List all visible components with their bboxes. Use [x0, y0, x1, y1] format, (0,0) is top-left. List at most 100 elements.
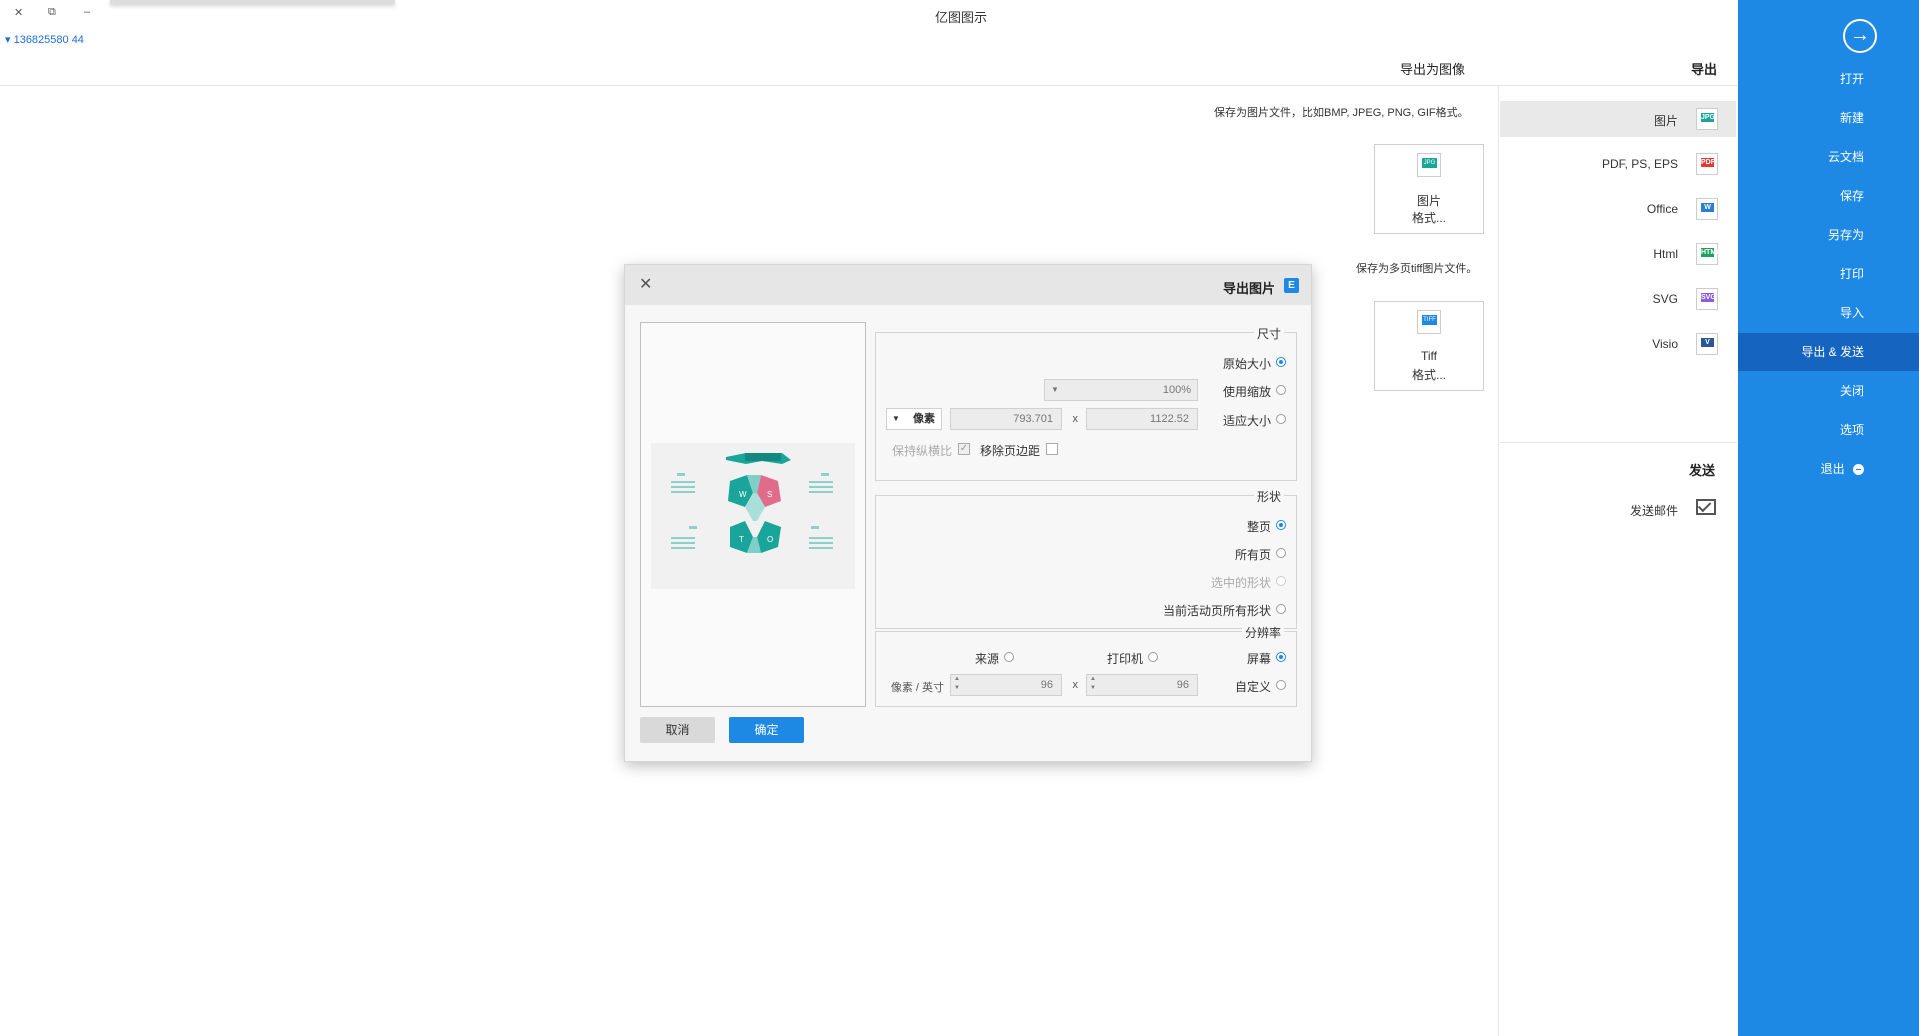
account-id: 136825580 44: [13, 34, 84, 46]
dpi-y-input[interactable]: 96: [950, 674, 1062, 696]
send-heading: 发送: [1689, 463, 1716, 478]
card-title: 图片: [1416, 194, 1441, 208]
selected-shapes-label: 选中的形状: [1210, 576, 1271, 590]
nav-cloud[interactable]: 云文档: [1738, 138, 1919, 176]
popup-edge: [110, 0, 395, 4]
nav-options[interactable]: 选项: [1738, 411, 1919, 449]
mail-icon: [1696, 498, 1716, 515]
tiff-desc: 保存为多页tiff图片文件。: [1356, 263, 1478, 275]
custom-radio[interactable]: [1276, 680, 1286, 690]
chevron-down-icon: ▼: [892, 414, 900, 423]
account-menu[interactable]: ▾ 136825580 44: [5, 33, 84, 46]
original-size-radio[interactable]: [1276, 357, 1286, 367]
export-html[interactable]: HTML Html: [1500, 236, 1736, 272]
fit-size-label: 适应大小: [1222, 414, 1271, 428]
screen-radio[interactable]: [1276, 652, 1286, 662]
nav-save[interactable]: 保存: [1738, 177, 1919, 215]
export-office-label: Office: [1646, 202, 1678, 216]
all-pages-radio[interactable]: [1276, 548, 1286, 558]
image-format-card[interactable]: JPG 图片 格式...: [1374, 144, 1484, 234]
zoom-select[interactable]: 100% ▼: [1044, 379, 1198, 401]
nav-close[interactable]: 关闭: [1738, 372, 1919, 410]
export-heading: 导出: [1691, 62, 1718, 77]
panel-divider: [1498, 86, 1499, 1036]
nav-exit[interactable]: 退出: [1738, 450, 1919, 488]
export-image-label: 图片: [1653, 114, 1678, 128]
dialog-title: 导出图片: [1222, 281, 1275, 296]
height-input[interactable]: 793.701: [950, 408, 1062, 430]
size-group: 尺寸 原始大小 使用缩放 100% ▼ 适应大小 1122.52 x 793.7…: [875, 325, 1297, 481]
send-divider: [1500, 442, 1737, 443]
close-window-icon[interactable]: ✕: [14, 6, 23, 19]
export-svg-label: SVG: [1652, 292, 1678, 306]
keep-ratio-label: 保持纵横比: [891, 444, 952, 458]
zoom-value: 100%: [1162, 384, 1191, 396]
tiff-format-card[interactable]: TIFF Tiff 格式...: [1374, 301, 1484, 391]
export-office[interactable]: W Office: [1500, 191, 1736, 227]
current-page-shapes-label: 当前活动页所有形状: [1162, 604, 1271, 618]
nav-import[interactable]: 导入: [1738, 294, 1919, 332]
shape-group: 形状 整页 所有页 选中的形状 当前活动页所有形状: [875, 488, 1297, 629]
preview-letter: O: [767, 535, 773, 544]
screen-label: 屏幕: [1246, 652, 1271, 666]
pdf-file-icon: PDF: [1696, 153, 1718, 175]
whole-page-label: 整页: [1246, 520, 1271, 534]
resolution-legend: 分辨率: [1241, 624, 1284, 641]
dpi-y-spinner[interactable]: ▲ ▼: [952, 675, 962, 695]
dpi-x-input[interactable]: 96: [1086, 674, 1198, 696]
all-pages-label: 所有页: [1234, 548, 1271, 562]
source-label: 来源: [974, 652, 999, 666]
nav-open[interactable]: 打开: [1738, 60, 1919, 98]
send-mail[interactable]: 发送邮件: [1500, 491, 1736, 527]
export-svg[interactable]: SVG SVG: [1500, 281, 1736, 317]
remove-margin-checkbox[interactable]: [1046, 443, 1058, 455]
export-image-dialog: E 导出图片 ✕ W S T O 尺寸 原始大小 使用缩放 100% ▼ 适应大…: [624, 264, 1312, 762]
close-icon[interactable]: ✕: [639, 274, 652, 294]
card-subtitle: 格式...: [1411, 368, 1446, 382]
restore-window-icon[interactable]: ⧉: [48, 6, 56, 19]
unit-select[interactable]: 像素 ▼: [886, 408, 942, 430]
app-title: 亿图图示: [935, 10, 988, 25]
image-desc: 保存为图片文件，比如BMP, JPEG, PNG, GIF格式。: [1214, 107, 1469, 119]
preview-letter: S: [767, 490, 772, 499]
source-radio[interactable]: [1004, 652, 1014, 662]
card-title: Tiff: [1420, 349, 1437, 363]
swot-preview-image: W S T O: [651, 443, 855, 589]
export-pdf[interactable]: PDF PDF, PS, EPS: [1500, 146, 1736, 182]
dialog-header: [625, 265, 1311, 305]
minimize-window-icon[interactable]: –: [84, 6, 90, 18]
nav-print[interactable]: 打印: [1738, 255, 1919, 293]
title-bar: [0, 0, 1737, 86]
printer-radio[interactable]: [1148, 652, 1158, 662]
ok-button[interactable]: 确定: [729, 717, 804, 743]
zoom-label: 使用缩放: [1222, 385, 1271, 399]
dpi-x-spinner[interactable]: ▲ ▼: [1088, 675, 1098, 695]
unit-value: 像素: [913, 413, 935, 425]
image-preview: W S T O: [640, 322, 866, 707]
zoom-radio[interactable]: [1276, 385, 1286, 395]
jpg-file-icon: JPG: [1417, 153, 1441, 177]
keep-ratio-checkbox[interactable]: ✓: [958, 443, 970, 455]
resolution-group: 分辨率 屏幕 打印机 来源 自定义 96 ▲ ▼ x 96 ▲ ▼ 像素 / 英寸: [875, 624, 1297, 707]
nav-save-as[interactable]: 另存为: [1738, 216, 1919, 254]
whole-page-radio[interactable]: [1276, 520, 1286, 530]
fit-size-radio[interactable]: [1276, 414, 1286, 424]
svg-file-icon: SVG: [1696, 288, 1718, 310]
cancel-button[interactable]: 取消: [640, 717, 715, 743]
send-mail-label: 发送邮件: [1629, 504, 1678, 518]
shape-legend: 形状: [1253, 488, 1284, 505]
export-image[interactable]: JPG 图片: [1500, 101, 1736, 137]
export-pdf-label: PDF, PS, EPS: [1601, 157, 1678, 171]
export-visio[interactable]: V Visio: [1500, 326, 1736, 362]
current-page-shapes-radio[interactable]: [1276, 604, 1286, 614]
html-file-icon: HTML: [1696, 243, 1720, 265]
app-window: { "window": { "title": "亿图图示", "account"…: [0, 0, 1919, 1036]
width-input[interactable]: 1122.52: [1086, 408, 1198, 430]
jpg-file-icon: JPG: [1696, 108, 1718, 130]
page-title: 导出为图像: [1400, 62, 1466, 77]
nav-export-send[interactable]: 导出 & 发送: [1738, 333, 1919, 371]
nav-new[interactable]: 新建: [1738, 99, 1919, 137]
export-html-label: Html: [1653, 247, 1678, 261]
selected-shapes-radio[interactable]: [1276, 576, 1286, 586]
back-arrow-icon[interactable]: →: [1843, 19, 1877, 53]
